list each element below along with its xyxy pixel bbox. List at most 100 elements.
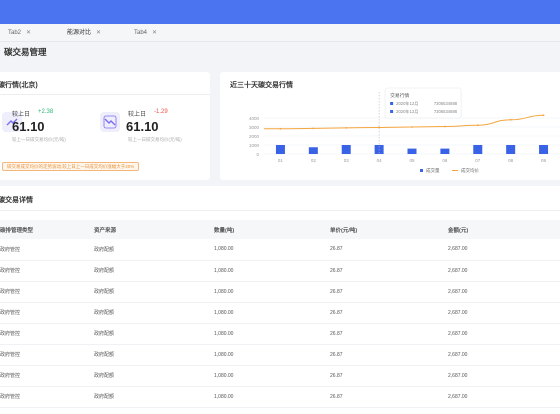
x-tick-label: 03 [344, 158, 350, 163]
stat-desc: 较上一日碳交易均价(元/吨) [128, 137, 182, 142]
x-tick-label: 04 [377, 158, 383, 163]
trend-down-icon [100, 112, 120, 132]
stat-value: 61.10 [12, 119, 45, 134]
table-cell: 2,687.00 [448, 239, 560, 261]
table-row[interactable]: 政府管控 政府配额 1,080.00 26.87 2,687.00 [0, 365, 560, 387]
tab-label: 能源对比 [67, 30, 92, 36]
bar-volume[interactable] [473, 145, 483, 154]
table-cell: 政府配额 [94, 344, 214, 366]
table-cell: 政府配额 [94, 302, 214, 324]
page-title: 碳交易管理 [4, 47, 47, 57]
y-tick-label: 1000 [249, 143, 260, 148]
table-cell: 政府配额 [94, 239, 214, 261]
bar-volume[interactable] [506, 145, 516, 154]
table-cell: 1,080.00 [214, 281, 330, 303]
table-cell: 1,080.00 [214, 323, 330, 345]
tab-2[interactable]: Tab2 ✕ [2, 27, 37, 40]
table-row[interactable]: 政府管控 政府配额 1,080.00 26.87 2,687.00 [0, 281, 560, 303]
table-cell: 政府管控 [0, 386, 94, 408]
x-tick-label: 07 [475, 158, 481, 163]
line-point[interactable] [312, 127, 315, 130]
tab-label: Tab2 [8, 30, 22, 36]
line-point[interactable] [542, 114, 545, 117]
top-header-bar [0, 0, 560, 24]
table-row[interactable]: 政府管控 政府配额 1,080.00 26.87 2,687.00 [0, 239, 560, 261]
stat-label: 较上日 [128, 112, 147, 118]
divider [0, 210, 560, 211]
bar-volume[interactable] [539, 145, 549, 154]
line-point[interactable] [345, 127, 348, 129]
table-header-row: 碳排管理类型 资产来源 数量(吨) 单价(元/吨) 金额(元) [0, 220, 560, 239]
tab-label: Tab4 [134, 30, 148, 36]
bar-volume[interactable] [440, 148, 450, 154]
bar-volume[interactable] [407, 148, 417, 154]
tab-energy-compare[interactable]: 能源对比 ✕ [61, 27, 107, 40]
table-row[interactable]: 政府管控 政府配额 1,080.00 26.87 2,687.00 [0, 344, 560, 366]
table-cell: 政府管控 [0, 239, 94, 261]
close-icon[interactable]: ✕ [152, 30, 157, 36]
table-cell: 2,687.00 [448, 281, 560, 303]
close-icon[interactable]: ✕ [26, 30, 31, 36]
table-cell: 1,080.00 [214, 344, 330, 366]
trading-chart[interactable]: 4000300020001000001 02 03 04 05 06 07 08 09交易行情2… [220, 72, 560, 180]
y-tick-label: 3000 [249, 125, 260, 130]
x-tick-label: 08 [508, 158, 514, 163]
table-cell: 政府管控 [0, 260, 94, 282]
table-cell: 26.87 [330, 344, 448, 366]
table-cell: 政府配额 [94, 260, 214, 282]
column-header: 金额(元) [448, 220, 560, 239]
line-point[interactable] [476, 124, 479, 127]
x-tick-label: 02 [311, 158, 317, 163]
table-cell: 26.87 [330, 386, 448, 408]
table-cell: 2,687.00 [448, 386, 560, 408]
table-cell: 政府管控 [0, 281, 94, 303]
line-point[interactable] [509, 118, 512, 121]
table-cell: 政府配额 [94, 323, 214, 345]
table-row[interactable]: 政府管控 政府配额 1,080.00 26.87 2,687.00 [0, 302, 560, 324]
tooltip-marker [390, 110, 394, 113]
table-cell: 1,080.00 [214, 302, 330, 324]
table-cell: 2,687.00 [448, 323, 560, 345]
tooltip-value: 7306534888 [434, 101, 458, 106]
stat-label: 较上日 [12, 112, 31, 118]
table-cell: 政府管控 [0, 302, 94, 324]
table-row[interactable]: 政府管控 政府配额 1,080.00 26.87 2,687.00 [0, 323, 560, 345]
table-cell: 政府管控 [0, 323, 94, 345]
tooltip-value: 7306534888 [434, 109, 458, 114]
bar-volume[interactable] [308, 147, 318, 154]
y-tick-label: 4000 [249, 116, 260, 121]
x-tick-label: 05 [409, 158, 415, 163]
table-cell: 1,080.00 [214, 239, 330, 261]
line-point[interactable] [411, 126, 413, 128]
bar-volume[interactable] [341, 145, 351, 154]
line-point[interactable] [443, 125, 446, 128]
detail-table: 碳排管理类型 资产来源 数量(吨) 单价(元/吨) 金额(元) 政府管控 政府配额… [0, 220, 560, 408]
x-tick-label: 09 [541, 158, 547, 163]
table-cell: 26.87 [330, 302, 448, 324]
table-row[interactable]: 政府管控 政府配额 1,080.00 26.87 2,687.00 [0, 386, 560, 408]
table-cell: 26.87 [330, 260, 448, 282]
table-cell: 政府配额 [94, 281, 214, 303]
column-header: 单价(元/吨) [330, 220, 448, 239]
table-row[interactable]: 政府管控 政府配额 1,080.00 26.87 2,687.00 [0, 260, 560, 282]
tooltip-label: 2020年12月 [396, 100, 418, 107]
table-cell: 1,080.00 [214, 260, 330, 282]
stat-desc: 较上一日碳交易均价(元/吨) [12, 137, 66, 142]
stat-value: 61.10 [126, 119, 159, 134]
bar-volume[interactable] [275, 145, 285, 154]
card-title: 碳交易详情 [0, 197, 33, 204]
table-cell: 26.87 [330, 365, 448, 387]
tab-bar: Tab2 ✕ 能源对比 ✕ Tab4 ✕ [0, 24, 560, 42]
legend-label[interactable]: 成交量 [426, 167, 440, 174]
chart-card: 近三十天碳交易行情 4000 3000 2000 1000 0 01 02 03 04 05 06 0… [220, 72, 560, 180]
legend-label[interactable]: 成交均价 [461, 167, 479, 174]
tab-4[interactable]: Tab4 ✕ [128, 27, 163, 40]
table-cell: 2,687.00 [448, 365, 560, 387]
x-tick-label: 06 [442, 158, 448, 163]
line-point[interactable] [279, 127, 282, 130]
table-cell: 政府配额 [94, 365, 214, 387]
y-tick-label: 0 [256, 152, 259, 157]
close-icon[interactable]: ✕ [96, 30, 101, 36]
table-cell: 2,687.00 [448, 344, 560, 366]
x-tick-label: 01 [278, 158, 284, 163]
